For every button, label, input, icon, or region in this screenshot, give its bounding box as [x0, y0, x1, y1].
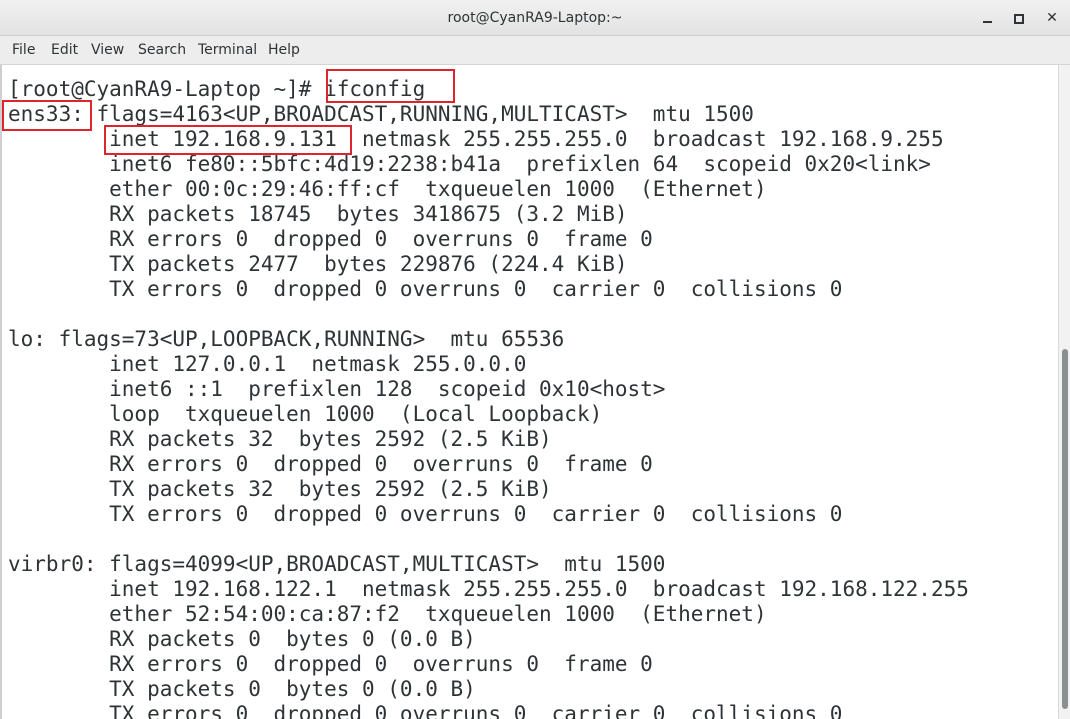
terminal-line: inet6 fe80::5bfc:4d19:2238:b41a prefixle… — [8, 152, 931, 176]
terminal-line: lo: flags=73<UP,LOOPBACK,RUNNING> mtu 65… — [8, 327, 565, 351]
title-bar[interactable]: root@CyanRA9-Laptop:~ ✕ — [0, 0, 1070, 36]
scrollbar[interactable] — [1058, 65, 1070, 719]
terminal-line: virbr0: flags=4099<UP,BROADCAST,MULTICAS… — [8, 552, 666, 576]
terminal-line: TX errors 0 dropped 0 overruns 0 carrier… — [8, 277, 843, 301]
terminal-line: TX errors 0 dropped 0 overruns 0 carrier… — [8, 702, 843, 719]
menu-file[interactable]: File — [12, 36, 35, 65]
terminal-line: loop txqueuelen 1000 (Local Loopback) — [8, 402, 603, 426]
terminal-window: root@CyanRA9-Laptop:~ ✕ File Edit View S… — [0, 0, 1070, 719]
terminal-line: ens33: flags=4163<UP,BROADCAST,RUNNING,M… — [8, 102, 754, 126]
menu-search[interactable]: Search — [138, 36, 186, 65]
terminal-line: ether 00:0c:29:46:ff:cf txqueuelen 1000 … — [8, 177, 767, 201]
terminal-line: TX packets 0 bytes 0 (0.0 B) — [8, 677, 476, 701]
scrollbar-thumb[interactable] — [1062, 349, 1068, 709]
terminal-output[interactable]: [root@CyanRA9-Laptop ~]# ifconfig ens33:… — [0, 65, 1058, 719]
maximize-icon[interactable] — [1006, 6, 1030, 30]
interface-highlight-box — [2, 100, 92, 131]
terminal-line: RX packets 0 bytes 0 (0.0 B) — [8, 627, 476, 651]
menu-terminal[interactable]: Terminal — [198, 36, 257, 65]
terminal-line: RX errors 0 dropped 0 overruns 0 frame 0 — [8, 652, 653, 676]
terminal-line: inet 192.168.122.1 netmask 255.255.255.0… — [8, 577, 969, 601]
terminal-line: inet 127.0.0.1 netmask 255.0.0.0 — [8, 352, 527, 376]
terminal-line: TX errors 0 dropped 0 overruns 0 carrier… — [8, 502, 843, 526]
menu-edit[interactable]: Edit — [51, 36, 78, 65]
minimize-icon[interactable] — [976, 6, 1000, 30]
command-highlight-box — [326, 69, 455, 103]
close-icon[interactable]: ✕ — [1040, 6, 1064, 30]
terminal-line: RX packets 32 bytes 2592 (2.5 KiB) — [8, 427, 552, 451]
terminal-line: RX errors 0 dropped 0 overruns 0 frame 0 — [8, 452, 653, 476]
menu-help[interactable]: Help — [268, 36, 300, 65]
terminal-line: RX errors 0 dropped 0 overruns 0 frame 0 — [8, 227, 653, 251]
terminal-line: TX packets 32 bytes 2592 (2.5 KiB) — [8, 477, 552, 501]
ip-highlight-box — [104, 125, 352, 155]
menu-view[interactable]: View — [91, 36, 124, 65]
menu-bar: File Edit View Search Terminal Help — [0, 36, 1070, 65]
terminal-line: inet6 ::1 prefixlen 128 scopeid 0x10<hos… — [8, 377, 666, 401]
terminal-line: TX packets 2477 bytes 229876 (224.4 KiB) — [8, 252, 628, 276]
window-title: root@CyanRA9-Laptop:~ — [447, 10, 623, 26]
terminal-line: RX packets 18745 bytes 3418675 (3.2 MiB) — [8, 202, 628, 226]
terminal-line: ether 52:54:00:ca:87:f2 txqueuelen 1000 … — [8, 602, 767, 626]
